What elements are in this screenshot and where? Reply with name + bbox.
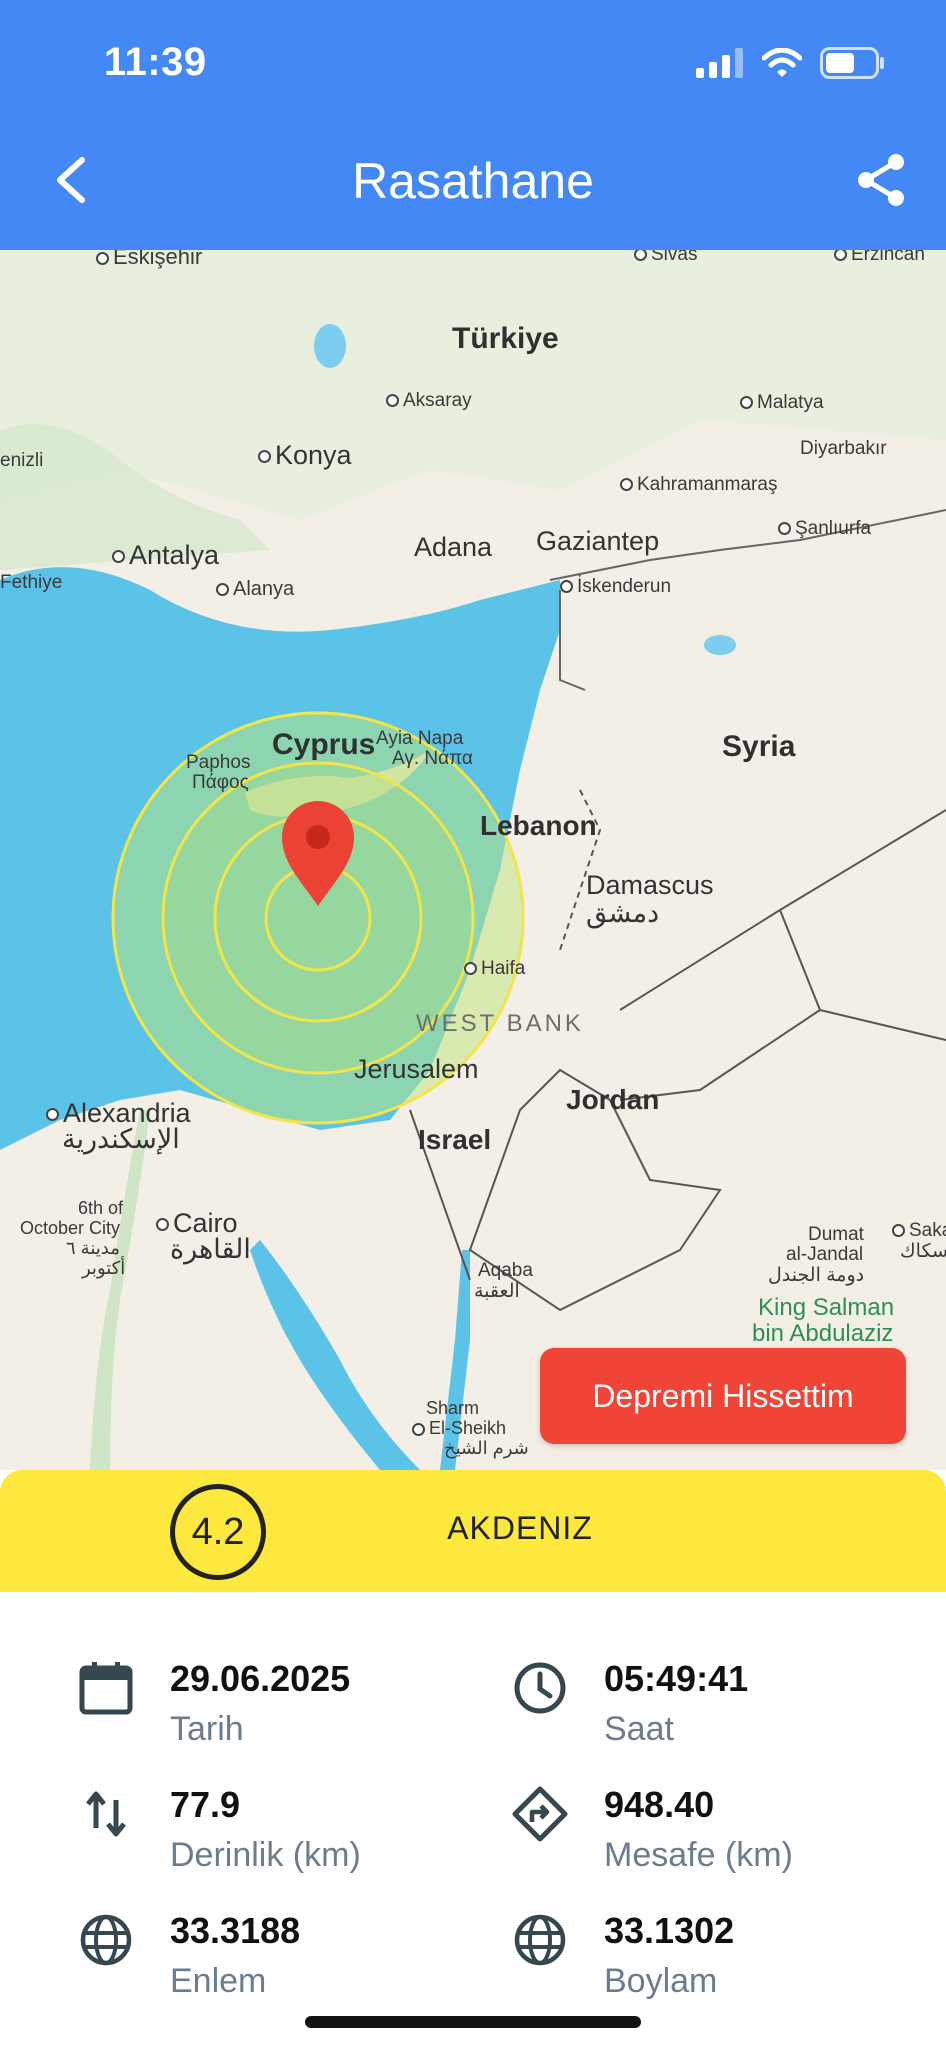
map-label-sanliurfa: Şanlıurfa <box>778 518 871 540</box>
map-label-lebanon: Lebanon <box>480 810 597 841</box>
status-icons <box>696 46 886 80</box>
map-label-syria: Syria <box>722 730 796 763</box>
date-label: Tarih <box>170 1710 244 1748</box>
depth-label: Derinlik (km) <box>170 1836 361 1874</box>
calendar-icon <box>79 1662 133 1715</box>
map-label-diyarbakir: Diyarbakır <box>800 438 887 459</box>
map-background <box>0 250 946 1470</box>
latitude-value: 33.3188 <box>170 1910 301 1951</box>
map-label-saka: Saka <box>892 1220 946 1242</box>
detail-time: 05:49:41 Saat <box>512 1654 912 1764</box>
map-label-ayia-napa: Ayia Napa <box>376 728 464 749</box>
map-label-west-bank: WEST BANK <box>416 1010 584 1037</box>
time-value: 05:49:41 <box>604 1658 749 1699</box>
map-label-october-city: October City <box>20 1218 121 1238</box>
home-indicator[interactable] <box>305 2016 641 2028</box>
clock-icon <box>514 1662 566 1714</box>
map-label-antalya: Antalya <box>112 540 219 571</box>
map-label-cairo-ar: القاهرة <box>170 1234 251 1264</box>
detail-depth: 77.9 Derinlik (km) <box>78 1780 478 1890</box>
detail-date: 29.06.2025 Tarih <box>78 1654 478 1764</box>
map-label-cyprus: Cyprus <box>272 728 376 761</box>
status-time: 11:39 <box>104 40 207 84</box>
map-label-konya: Konya <box>258 440 352 471</box>
region-name: AKDENIZ <box>447 1510 593 1546</box>
map-label-iskenderun: İskenderun <box>560 576 671 598</box>
map-label-bin-abdulaziz: bin Abdulaziz <box>752 1320 894 1347</box>
map-label-al-jandal: al-Jandal <box>786 1244 864 1265</box>
detail-distance: 948.40 Mesafe (km) <box>512 1780 912 1890</box>
map-label-adana: Adana <box>414 532 493 562</box>
time-label: Saat <box>604 1710 674 1748</box>
map-label-israel: Israel <box>418 1124 492 1155</box>
map-label-october-ar: أكتوبر <box>82 1258 126 1278</box>
quake-details: 29.06.2025 Tarih 05:49:41 Saat 77.9 Deri… <box>0 1592 946 2048</box>
wifi-icon <box>762 48 802 77</box>
map-label-turkiye: Türkiye <box>452 322 559 355</box>
map-label-aqaba-ar: العقبة <box>474 1281 520 1302</box>
map-label-alanya: Alanya <box>216 578 294 601</box>
quake-summary-bar: 4.2 AKDENIZ <box>0 1470 946 1592</box>
share-icon <box>858 154 904 206</box>
map-label-6th-of: 6th of <box>78 1198 124 1218</box>
map-label-paphos-gr: Πάφος <box>192 772 249 793</box>
latitude-label: Enlem <box>170 1962 267 2000</box>
map-label-sharm-ar: شرم الشيخ <box>444 1438 529 1458</box>
map-label-dumat-ar: دومة الجندل <box>768 1265 865 1286</box>
map-label-damascus-ar: دمشق <box>586 898 660 928</box>
map-label-sivas: Sivas <box>634 250 697 266</box>
earthquake-map[interactable]: Türkiye Eskişehir Sivas Erzincan Aksaray… <box>0 250 946 1470</box>
map-label-damascus: Damascus <box>586 870 714 900</box>
map-label-king-salman: King Salman <box>758 1294 895 1321</box>
map-label-erzincan: Erzincan <box>834 250 925 266</box>
share-button[interactable] <box>854 152 910 208</box>
map-label-haifa: Haifa <box>464 958 525 980</box>
globe-icon <box>514 1914 566 1966</box>
cellular-signal-icon <box>696 48 743 78</box>
map-label-jordan: Jordan <box>566 1084 660 1115</box>
depth-arrows-icon <box>86 1791 126 1837</box>
map-label-eskisehir: Eskişehir <box>96 250 202 270</box>
map-label-paphos: Paphos <box>186 752 251 773</box>
map-label-sharm: Sharm <box>426 1398 480 1418</box>
directions-icon <box>512 1786 568 1842</box>
map-label-aksaray: Aksaray <box>386 390 472 412</box>
detail-latitude: 33.3188 Enlem <box>78 1906 478 2016</box>
page-title: Rasathane <box>352 153 594 209</box>
map-label-aqaba: Aqaba <box>478 1260 533 1281</box>
map-label-alexandria-ar: الإسكندرية <box>62 1124 180 1154</box>
distance-label: Mesafe (km) <box>604 1836 793 1874</box>
globe-icon <box>80 1914 132 1966</box>
map-label-gaziantep: Gaziantep <box>536 526 660 556</box>
distance-value: 948.40 <box>604 1784 715 1825</box>
map-label-fethiye: Fethiye <box>0 572 63 593</box>
map-label-kahramanmaras: Kahramanmaraş <box>620 474 777 496</box>
map-label-denizli: enizli <box>0 450 44 471</box>
map-label-jerusalem: Jerusalem <box>354 1054 479 1084</box>
magnitude-badge: 4.2 <box>170 1484 266 1580</box>
longitude-label: Boylam <box>604 1962 718 2000</box>
map-label-el-sheikh: El-Sheikh <box>412 1418 506 1439</box>
map-label-malatya: Malatya <box>740 392 824 414</box>
app-header: 11:39 Rasathane <box>0 0 946 250</box>
battery-icon <box>820 47 884 79</box>
date-value: 29.06.2025 <box>170 1658 351 1699</box>
felt-earthquake-button[interactable]: Depremi Hissettim <box>540 1348 906 1444</box>
longitude-value: 33.1302 <box>604 1910 735 1951</box>
map-label-saka-ar: سكاك <box>900 1241 946 1262</box>
depth-value: 77.9 <box>170 1784 241 1825</box>
map-label-6th-october-ar: مدينة ٦ <box>66 1238 120 1258</box>
map-label-dumat: Dumat <box>808 1224 864 1245</box>
detail-longitude: 33.1302 Boylam <box>512 1906 912 2016</box>
map-label-ayia-napa-gr: Αγ. Νάπα <box>392 748 473 769</box>
